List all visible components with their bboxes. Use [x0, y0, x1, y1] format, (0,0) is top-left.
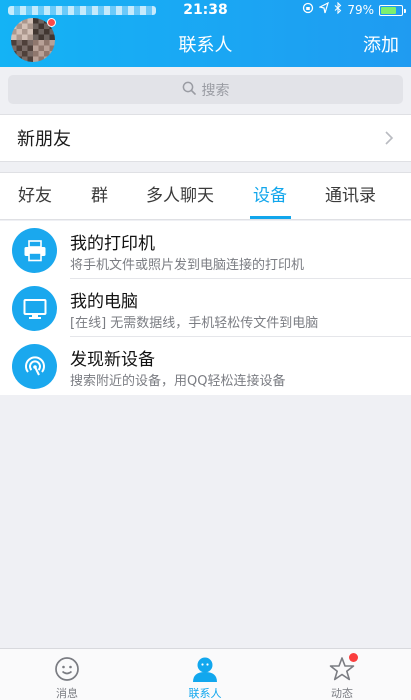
tab-groups[interactable]: 群: [91, 173, 108, 220]
add-button[interactable]: 添加: [363, 31, 399, 57]
device-item-printer[interactable]: 我的打印机 将手机文件或照片发到电脑连接的打印机: [0, 221, 411, 279]
device-list: 我的打印机 将手机文件或照片发到电脑连接的打印机 我的电脑 [在线] 无需数据线…: [0, 221, 411, 395]
monitor-icon: [12, 286, 57, 331]
location-icon: [318, 1, 330, 18]
tabbar-label: 动态: [331, 687, 353, 700]
radar-icon: [12, 344, 57, 389]
battery-icon: [379, 4, 406, 16]
search-icon: [182, 81, 196, 99]
tabbar-dynamic[interactable]: 动态: [302, 649, 382, 700]
avatar-badge: [47, 18, 56, 27]
battery-percent: 79%: [347, 3, 374, 17]
device-desc: [在线] 无需数据线，手机轻松传文件到电脑: [70, 316, 319, 331]
tab-devices[interactable]: 设备: [253, 173, 287, 220]
new-friends-label: 新朋友: [17, 129, 71, 150]
search-placeholder: 搜索: [201, 82, 230, 99]
lock-rotation-icon: [302, 2, 314, 18]
tabbar-messages[interactable]: 消息: [27, 649, 107, 700]
tab-address-book[interactable]: 通讯录: [325, 173, 376, 220]
status-icons: 79%: [302, 1, 406, 18]
tab-friends[interactable]: 好友: [18, 173, 52, 220]
tabbar-contacts[interactable]: 联系人: [165, 649, 245, 700]
contact-tabs: 好友 群 多人聊天 设备 通讯录: [0, 172, 411, 220]
device-desc: 将手机文件或照片发到电脑连接的打印机: [70, 258, 305, 273]
message-smile-icon: [55, 657, 79, 681]
tabbar-label: 消息: [56, 687, 78, 700]
tabbar-label: 联系人: [188, 687, 222, 700]
device-item-computer[interactable]: 我的电脑 [在线] 无需数据线，手机轻松传文件到电脑: [0, 279, 411, 337]
search-area: 搜索: [0, 67, 411, 112]
printer-icon: [12, 228, 57, 273]
battery-fill: [381, 6, 396, 14]
device-name: 我的电脑: [70, 292, 138, 312]
notification-dot: [349, 653, 358, 662]
active-tab-indicator: [250, 216, 291, 219]
new-friends-row[interactable]: 新朋友: [0, 114, 411, 162]
search-input[interactable]: 搜索: [8, 75, 403, 104]
page-title: 联系人: [178, 35, 233, 56]
device-name: 发现新设备: [70, 350, 155, 370]
chevron-right-icon: [385, 131, 394, 145]
device-desc: 搜索附近的设备，用QQ轻松连接设备: [70, 374, 286, 389]
header-bar: 21:38 79% 联系人 添加: [0, 0, 411, 67]
tab-multi-chat[interactable]: 多人聊天: [146, 173, 214, 220]
bottom-tab-bar: 消息 联系人 动态: [0, 648, 411, 700]
device-name: 我的打印机: [70, 234, 155, 254]
contacts-person-icon: [193, 657, 217, 682]
device-item-discover[interactable]: 发现新设备 搜索附近的设备，用QQ轻松连接设备: [0, 337, 411, 395]
bluetooth-icon: [334, 1, 342, 18]
